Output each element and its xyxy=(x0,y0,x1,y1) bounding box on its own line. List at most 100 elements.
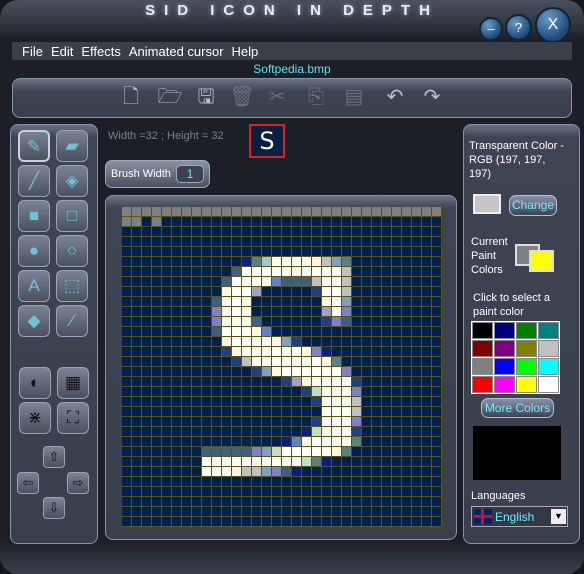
pixel-cell[interactable] xyxy=(352,357,362,367)
pixel-cell[interactable] xyxy=(302,417,312,427)
pixel-cell[interactable] xyxy=(422,437,432,447)
pixel-cell[interactable] xyxy=(122,487,132,497)
copy-icon[interactable]: ⎘ xyxy=(303,84,329,110)
pixel-cell[interactable] xyxy=(212,247,222,257)
pixel-cell[interactable] xyxy=(302,277,312,287)
pixel-cell[interactable] xyxy=(172,217,182,227)
pixel-cell[interactable] xyxy=(122,317,132,327)
pixel-cell[interactable] xyxy=(202,237,212,247)
pixel-cell[interactable] xyxy=(422,477,432,487)
pixel-cell[interactable] xyxy=(162,457,172,467)
pixel-cell[interactable] xyxy=(372,207,382,217)
pixel-cell[interactable] xyxy=(382,357,392,367)
pixel-cell[interactable] xyxy=(302,497,312,507)
pixel-cell[interactable] xyxy=(152,327,162,337)
pixel-cell[interactable] xyxy=(402,327,412,337)
pixel-cell[interactable] xyxy=(122,407,132,417)
pixel-cell[interactable] xyxy=(372,277,382,287)
pixel-cell[interactable] xyxy=(292,337,302,347)
pixel-cell[interactable] xyxy=(352,237,362,247)
palette-color[interactable] xyxy=(472,376,493,393)
pixel-cell[interactable] xyxy=(332,467,342,477)
pixel-cell[interactable] xyxy=(262,337,272,347)
pixel-cell[interactable] xyxy=(402,447,412,457)
pixel-cell[interactable] xyxy=(142,417,152,427)
pixel-cell[interactable] xyxy=(262,507,272,517)
pixel-cell[interactable] xyxy=(222,217,232,227)
pixel-cell[interactable] xyxy=(312,337,322,347)
pixel-cell[interactable] xyxy=(372,387,382,397)
pixel-cell[interactable] xyxy=(332,437,342,447)
pixel-cell[interactable] xyxy=(412,357,422,367)
pixel-cell[interactable] xyxy=(282,297,292,307)
pixel-cell[interactable] xyxy=(242,487,252,497)
pixel-cell[interactable] xyxy=(242,407,252,417)
pixel-cell[interactable] xyxy=(272,517,282,527)
pixel-cell[interactable] xyxy=(122,277,132,287)
pixel-cell[interactable] xyxy=(182,387,192,397)
pixel-cell[interactable] xyxy=(332,337,342,347)
pixel-cell[interactable] xyxy=(222,477,232,487)
pixel-cell[interactable] xyxy=(172,407,182,417)
pixel-cell[interactable] xyxy=(222,497,232,507)
pixel-cell[interactable] xyxy=(242,447,252,457)
pixel-cell[interactable] xyxy=(302,237,312,247)
pixel-cell[interactable] xyxy=(262,227,272,237)
pixel-cell[interactable] xyxy=(262,407,272,417)
pixel-cell[interactable] xyxy=(402,207,412,217)
pixel-cell[interactable] xyxy=(282,347,292,357)
pixel-cell[interactable] xyxy=(432,477,442,487)
rectangle-tool-button[interactable]: □ xyxy=(56,200,88,232)
pixel-cell[interactable] xyxy=(262,277,272,287)
pixel-cell[interactable] xyxy=(392,337,402,347)
pixel-cell[interactable] xyxy=(312,487,322,497)
pixel-cell[interactable] xyxy=(192,317,202,327)
pixel-cell[interactable] xyxy=(252,497,262,507)
pixel-cell[interactable] xyxy=(422,467,432,477)
pixel-cell[interactable] xyxy=(282,377,292,387)
pixel-cell[interactable] xyxy=(232,487,242,497)
pixel-cell[interactable] xyxy=(352,217,362,227)
pixel-cell[interactable] xyxy=(132,357,142,367)
pixel-cell[interactable] xyxy=(142,347,152,357)
pixel-cell[interactable] xyxy=(422,297,432,307)
pixel-cell[interactable] xyxy=(382,247,392,257)
pixel-cell[interactable] xyxy=(352,387,362,397)
pixel-cell[interactable] xyxy=(122,257,132,267)
pixel-cell[interactable] xyxy=(122,367,132,377)
pixel-cell[interactable] xyxy=(122,207,132,217)
pixel-cell[interactable] xyxy=(292,377,302,387)
pixel-cell[interactable] xyxy=(282,227,292,237)
pixel-cell[interactable] xyxy=(352,307,362,317)
pixel-cell[interactable] xyxy=(262,417,272,427)
minimize-button[interactable]: – xyxy=(479,17,503,41)
pixel-cell[interactable] xyxy=(212,387,222,397)
pixel-cell[interactable] xyxy=(312,327,322,337)
pixel-cell[interactable] xyxy=(222,367,232,377)
pixel-cell[interactable] xyxy=(262,487,272,497)
pixel-cell[interactable] xyxy=(142,227,152,237)
secondary-color-swatch[interactable] xyxy=(529,250,554,272)
brush-width-input[interactable]: 1 xyxy=(176,165,204,183)
pixel-cell[interactable] xyxy=(272,327,282,337)
pixel-cell[interactable] xyxy=(152,397,162,407)
pixel-cell[interactable] xyxy=(192,297,202,307)
pixel-cell[interactable] xyxy=(252,277,262,287)
pixel-cell[interactable] xyxy=(312,477,322,487)
pixel-cell[interactable] xyxy=(362,327,372,337)
line-tool-button[interactable]: ╱ xyxy=(18,165,50,197)
pixel-cell[interactable] xyxy=(302,517,312,527)
pixel-cell[interactable] xyxy=(312,267,322,277)
palette-color[interactable] xyxy=(494,322,515,339)
pixel-cell[interactable] xyxy=(282,207,292,217)
pixel-cell[interactable] xyxy=(202,367,212,377)
pixel-cell[interactable] xyxy=(292,467,302,477)
pixel-cell[interactable] xyxy=(152,377,162,387)
pixel-cell[interactable] xyxy=(172,347,182,357)
pixel-cell[interactable] xyxy=(192,247,202,257)
pixel-cell[interactable] xyxy=(332,497,342,507)
pixel-cell[interactable] xyxy=(252,207,262,217)
pixel-cell[interactable] xyxy=(352,497,362,507)
pixel-cell[interactable] xyxy=(222,387,232,397)
pixel-cell[interactable] xyxy=(302,287,312,297)
